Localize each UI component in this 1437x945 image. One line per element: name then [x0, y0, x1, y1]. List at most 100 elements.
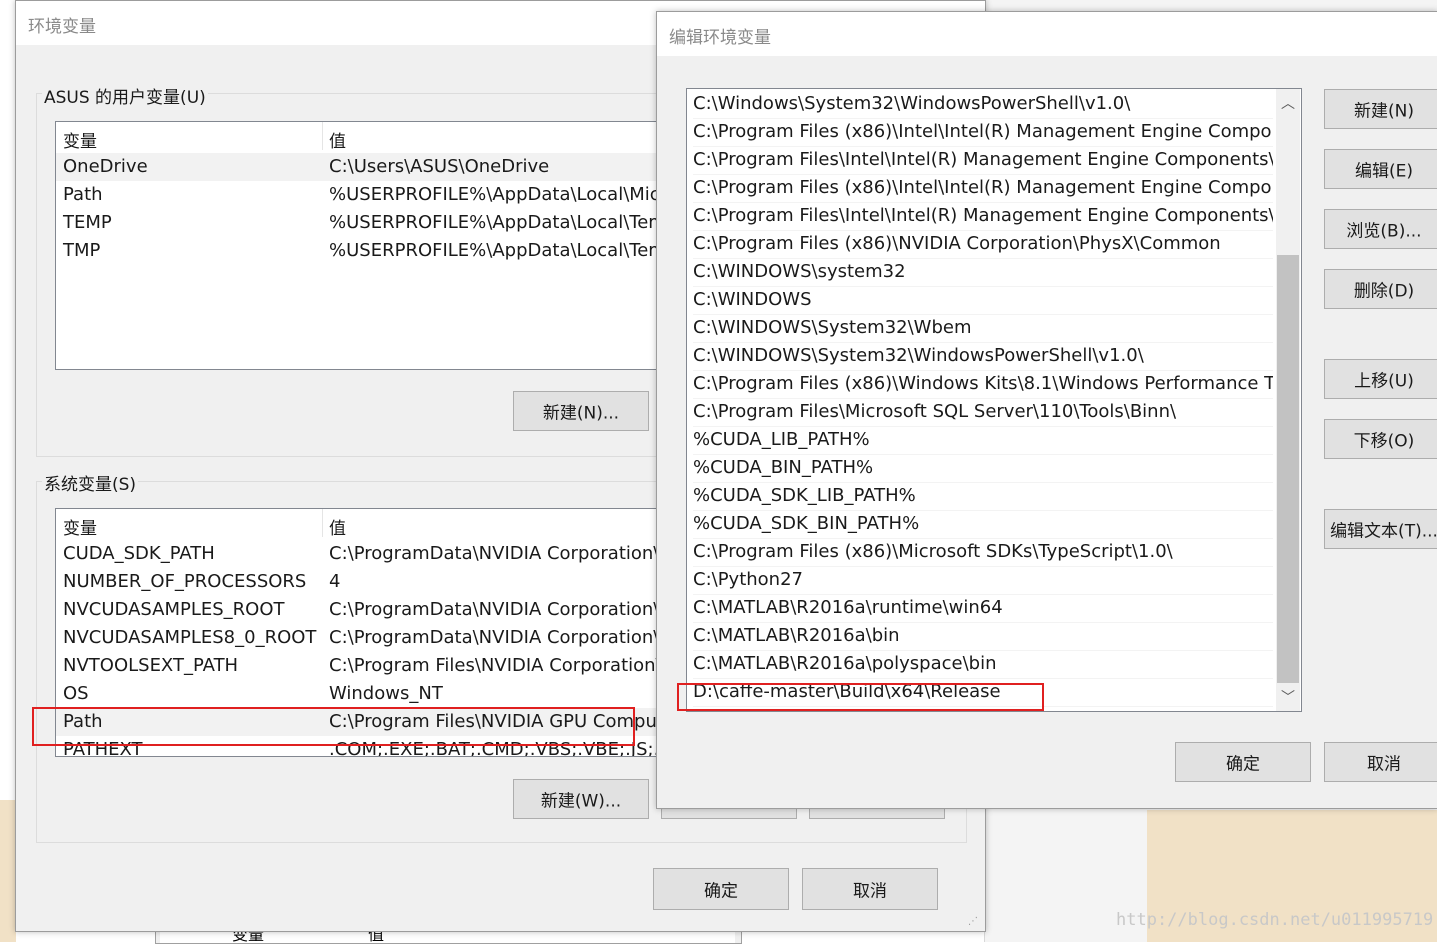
path-list-item-text: C:\Windows\System32\WindowsPowerShell\v1… — [693, 93, 1131, 114]
var-name: OneDrive — [63, 156, 148, 177]
path-new-button[interactable]: 新建(N) — [1324, 89, 1437, 129]
path-list-item-text: C:\MATLAB\R2016a\bin — [693, 625, 900, 646]
path-list-item-text: C:\Program Files (x86)\Windows Kits\8.1\… — [693, 373, 1273, 394]
path-list-item-text: C:\Program Files\Microsoft SQL Server\11… — [693, 401, 1177, 422]
path-move-up-button-label: 上移(U) — [1354, 371, 1414, 392]
var-value: 4 — [329, 571, 341, 592]
path-list-item[interactable]: %CUDA_LIB_PATH% — [693, 426, 1273, 455]
col-variable[interactable]: 变量 — [63, 514, 97, 539]
var-value: C:\ProgramData\NVIDIA Corporation\ — [329, 599, 660, 620]
col-value[interactable]: 值 — [329, 127, 346, 152]
var-value: Windows_NT — [329, 683, 443, 704]
scroll-up-icon[interactable]: ︿ — [1277, 93, 1299, 113]
env-cancel-button-label: 取消 — [853, 881, 887, 902]
var-name: NVCUDASAMPLES8_0_ROOT — [63, 627, 317, 648]
path-list-item-text: C:\Python27 — [693, 569, 803, 590]
resize-grip-icon[interactable]: ⋰ — [968, 916, 978, 927]
system-vars-group-label: 系统变量(S) — [42, 470, 139, 495]
var-name: NUMBER_OF_PROCESSORS — [63, 571, 307, 592]
path-list-item-text: %CUDA_SDK_BIN_PATH% — [693, 513, 920, 534]
path-list-scrollbar[interactable]: ︿ ﹀ — [1276, 89, 1300, 711]
system-new-button[interactable]: 新建(W)... — [513, 779, 649, 819]
path-list-item[interactable]: C:\Program Files\Intel\Intel(R) Manageme… — [693, 146, 1273, 175]
path-list-item[interactable]: C:\Windows\System32\WindowsPowerShell\v1… — [693, 90, 1273, 119]
path-list-item-text: %CUDA_LIB_PATH% — [693, 429, 870, 450]
watermark: http://blog.csdn.net/u011995719 — [1116, 910, 1434, 930]
var-name: Path — [63, 184, 103, 205]
var-name: NVTOOLSEXT_PATH — [63, 655, 239, 676]
path-list-item[interactable]: C:\Program Files (x86)\NVIDIA Corporatio… — [693, 230, 1273, 259]
path-list-item-text: C:\WINDOWS\system32 — [693, 261, 906, 282]
path-list-item[interactable]: C:\MATLAB\R2016a\runtime\win64 — [693, 594, 1273, 623]
path-list-item-text: C:\MATLAB\R2016a\runtime\win64 — [693, 597, 1003, 618]
path-list-item[interactable]: C:\Program Files (x86)\Windows Kits\8.1\… — [693, 370, 1273, 399]
env-ok-button[interactable]: 确定 — [653, 868, 789, 910]
var-value: C:\Users\ASUS\OneDrive — [329, 156, 550, 177]
path-list-item[interactable]: %CUDA_SDK_LIB_PATH% — [693, 482, 1273, 511]
path-list-item-text: C:\Program Files (x86)\Intel\Intel(R) Ma… — [693, 121, 1273, 142]
path-list-item[interactable]: C:\WINDOWS\system32 — [693, 258, 1273, 287]
path-list-item[interactable]: C:\Program Files (x86)\Microsoft SDKs\Ty… — [693, 538, 1273, 567]
path-list-item[interactable]: C:\WINDOWS — [693, 286, 1273, 315]
var-value: C:\Program Files\NVIDIA Corporation\ — [329, 655, 662, 676]
scroll-down-icon[interactable]: ﹀ — [1277, 687, 1299, 707]
path-list-item[interactable]: %CUDA_BIN_PATH% — [693, 454, 1273, 483]
path-list-item[interactable]: C:\MATLAB\R2016a\polyspace\bin — [693, 650, 1273, 679]
edit-ok-button[interactable]: 确定 — [1175, 742, 1311, 782]
system-new-button-label: 新建(W)... — [540, 791, 622, 812]
path-list-item[interactable]: C:\Python27 — [693, 566, 1273, 595]
env-dialog-title: 环境变量 — [28, 17, 96, 37]
path-list-item[interactable]: C:\MATLAB\R2016a\bin — [693, 622, 1273, 651]
path-list-item-text: C:\Program Files\Intel\Intel(R) Manageme… — [693, 149, 1273, 170]
path-list-item[interactable]: C:\Program Files\Intel\Intel(R) Manageme… — [693, 202, 1273, 231]
user-new-button[interactable]: 新建(N)... — [513, 391, 649, 431]
path-list-item[interactable]: C:\Program Files\Microsoft SQL Server\11… — [693, 398, 1273, 427]
col-value[interactable]: 值 — [329, 514, 346, 539]
path-list-item[interactable]: C:\WINDOWS\System32\Wbem — [693, 314, 1273, 343]
path-browse-button-label: 浏览(B)... — [1346, 221, 1422, 242]
path-browse-button[interactable]: 浏览(B)... — [1324, 209, 1437, 249]
path-edit-button-label: 编辑(E) — [1354, 161, 1413, 182]
path-list-item-text: C:\MATLAB\R2016a\polyspace\bin — [693, 653, 997, 674]
path-edit-text-button[interactable]: 编辑文本(T)... — [1324, 509, 1437, 549]
var-value: C:\ProgramData\NVIDIA Corporation\ — [329, 543, 660, 564]
env-cancel-button[interactable]: 取消 — [802, 868, 938, 910]
path-edit-button[interactable]: 编辑(E) — [1324, 149, 1437, 189]
path-list-item[interactable]: %CUDA_SDK_BIN_PATH% — [693, 510, 1273, 539]
edit-dialog-titlebar[interactable]: 编辑环境变量 — [657, 12, 1437, 56]
path-delete-button[interactable]: 删除(D) — [1324, 269, 1437, 309]
path-list-item[interactable]: C:\WINDOWS\System32\WindowsPowerShell\v1… — [693, 342, 1273, 371]
path-list-item-text: %CUDA_BIN_PATH% — [693, 457, 874, 478]
var-name: NVCUDASAMPLES_ROOT — [63, 599, 285, 620]
highlight-system-path — [32, 707, 635, 746]
var-value: %USERPROFILE%\AppData\Local\Tem — [329, 240, 666, 261]
var-name: TEMP — [63, 212, 112, 233]
path-list[interactable]: C:\Windows\System32\WindowsPowerShell\v1… — [686, 88, 1302, 712]
path-delete-button-label: 删除(D) — [1353, 281, 1415, 302]
edit-cancel-button[interactable]: 取消 — [1324, 742, 1437, 782]
var-value: %USERPROFILE%\AppData\Local\Tem — [329, 212, 666, 233]
user-vars-group-label: ASUS 的用户变量(U) — [42, 83, 208, 108]
path-list-item-text: C:\Program Files\Intel\Intel(R) Manageme… — [693, 205, 1273, 226]
path-edit-text-button-label: 编辑文本(T)... — [1330, 521, 1437, 542]
col-variable[interactable]: 变量 — [63, 127, 97, 152]
background-panel-left — [0, 800, 16, 942]
path-move-down-button-label: 下移(O) — [1353, 431, 1415, 452]
path-new-button-label: 新建(N) — [1354, 101, 1414, 122]
path-list-item-text: C:\WINDOWS\System32\WindowsPowerShell\v1… — [693, 345, 1144, 366]
env-ok-button-label: 确定 — [704, 881, 738, 902]
path-list-item-text: C:\WINDOWS — [693, 289, 812, 310]
var-name: OS — [63, 683, 89, 704]
path-list-item[interactable]: C:\Program Files (x86)\Intel\Intel(R) Ma… — [693, 174, 1273, 203]
path-move-down-button[interactable]: 下移(O) — [1324, 419, 1437, 459]
path-move-up-button[interactable]: 上移(U) — [1324, 359, 1437, 399]
edit-cancel-button-label: 取消 — [1367, 754, 1401, 775]
path-list-item-text: C:\Program Files (x86)\Intel\Intel(R) Ma… — [693, 177, 1273, 198]
var-value: %USERPROFILE%\AppData\Local\Micr — [329, 184, 668, 205]
user-new-button-label: 新建(N)... — [542, 403, 620, 424]
path-list-item[interactable]: C:\Program Files (x86)\Intel\Intel(R) Ma… — [693, 118, 1273, 147]
var-value: C:\ProgramData\NVIDIA Corporation\ — [329, 627, 660, 648]
path-list-item-text: C:\Program Files (x86)\NVIDIA Corporatio… — [693, 233, 1221, 254]
scroll-thumb[interactable] — [1277, 255, 1299, 683]
edit-dialog-title: 编辑环境变量 — [669, 28, 771, 48]
